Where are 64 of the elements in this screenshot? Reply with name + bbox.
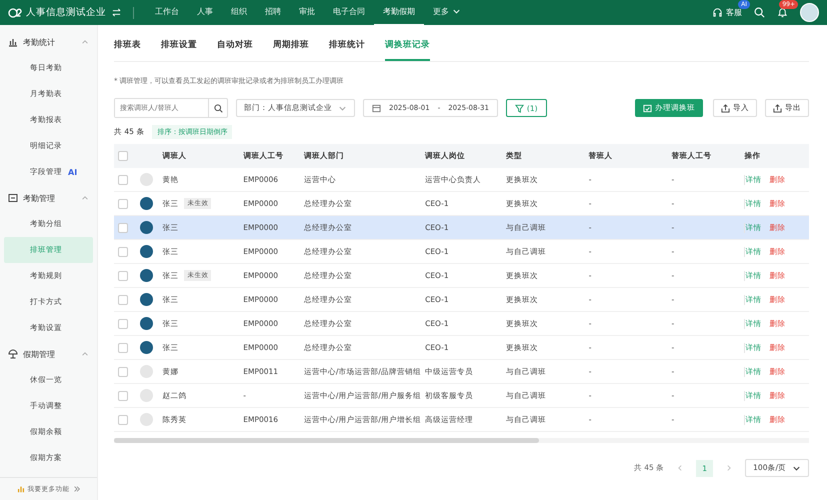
- switch-icon[interactable]: [112, 8, 121, 17]
- tab[interactable]: 排班统计: [329, 39, 365, 61]
- tab[interactable]: 自动对班: [217, 39, 253, 61]
- row-checkbox[interactable]: [118, 366, 128, 376]
- search-icon[interactable]: [754, 7, 765, 18]
- tab[interactable]: 排班设置: [161, 39, 197, 61]
- avatar-placeholder: [140, 389, 154, 402]
- avatar-placeholder: [140, 173, 154, 186]
- row-checkbox[interactable]: [118, 174, 128, 184]
- search-icon[interactable]: [214, 104, 222, 112]
- avatar: [140, 245, 154, 258]
- row-checkbox[interactable]: [118, 270, 128, 280]
- row-checkbox[interactable]: [118, 222, 128, 232]
- row-checkbox[interactable]: [118, 414, 128, 424]
- tab[interactable]: 排班表: [114, 39, 141, 61]
- row-checkbox[interactable]: [118, 342, 128, 352]
- next-page-icon[interactable]: [725, 464, 734, 472]
- umbrella-icon: [8, 349, 18, 359]
- group-label: 假期管理: [23, 348, 55, 360]
- nav-item[interactable]: 考勤假期: [374, 0, 424, 26]
- select-all-checkbox[interactable]: [118, 151, 128, 161]
- user-avatar[interactable]: [800, 3, 819, 22]
- tab[interactable]: 周期排班: [273, 39, 309, 61]
- avatar: [140, 221, 154, 234]
- chevron-down-icon: [452, 7, 461, 16]
- previous-page-icon[interactable]: [676, 464, 684, 472]
- avatar: [140, 341, 154, 354]
- support-link[interactable]: 客服: [726, 7, 742, 18]
- sidebar-group[interactable]: 假期管理: [0, 341, 97, 367]
- nav-item[interactable]: 审批: [290, 0, 324, 26]
- horizontal-scrollbar[interactable]: [114, 438, 539, 443]
- sidebar-group[interactable]: 考勤统计: [0, 29, 97, 55]
- filter-icon: [514, 104, 524, 112]
- row-checkbox[interactable]: [118, 246, 128, 256]
- row-checkbox[interactable]: [118, 318, 128, 328]
- row-checkbox[interactable]: [118, 294, 128, 304]
- logo-icon: [8, 6, 22, 20]
- ai-label: AI: [68, 168, 78, 176]
- row-checkbox[interactable]: [118, 198, 128, 208]
- upload-icon: [773, 104, 782, 112]
- sidebar-group[interactable]: 考勤管理: [0, 185, 97, 211]
- nav-item[interactable]: 工作台: [146, 0, 188, 26]
- bell-icon[interactable]: [777, 7, 788, 18]
- group-label: 考勤管理: [23, 192, 55, 204]
- company-name: 人事信息测试企业: [26, 6, 106, 19]
- double-chevron-icon: [72, 485, 80, 493]
- nav-item[interactable]: 招聘: [256, 0, 290, 26]
- avatar: [140, 293, 154, 306]
- avatar-placeholder: [140, 365, 154, 378]
- bar-chart-icon: [8, 37, 18, 47]
- avatar: [140, 197, 154, 210]
- group-label: 考勤统计: [23, 36, 55, 48]
- nav-item[interactable]: 更多: [424, 0, 470, 26]
- avatar: [140, 269, 154, 282]
- avatar-placeholder: [140, 413, 154, 426]
- row-checkbox[interactable]: [118, 390, 128, 400]
- tab[interactable]: 调换班记录: [385, 39, 430, 61]
- nav-item[interactable]: 人事: [188, 0, 222, 26]
- headset-icon[interactable]: [712, 7, 723, 18]
- bar-chart-icon: [16, 485, 24, 493]
- avatar: [140, 317, 154, 330]
- upload-icon: [721, 104, 730, 112]
- nav-item[interactable]: 电子合同: [324, 0, 374, 26]
- nav-item[interactable]: 组织: [222, 0, 256, 26]
